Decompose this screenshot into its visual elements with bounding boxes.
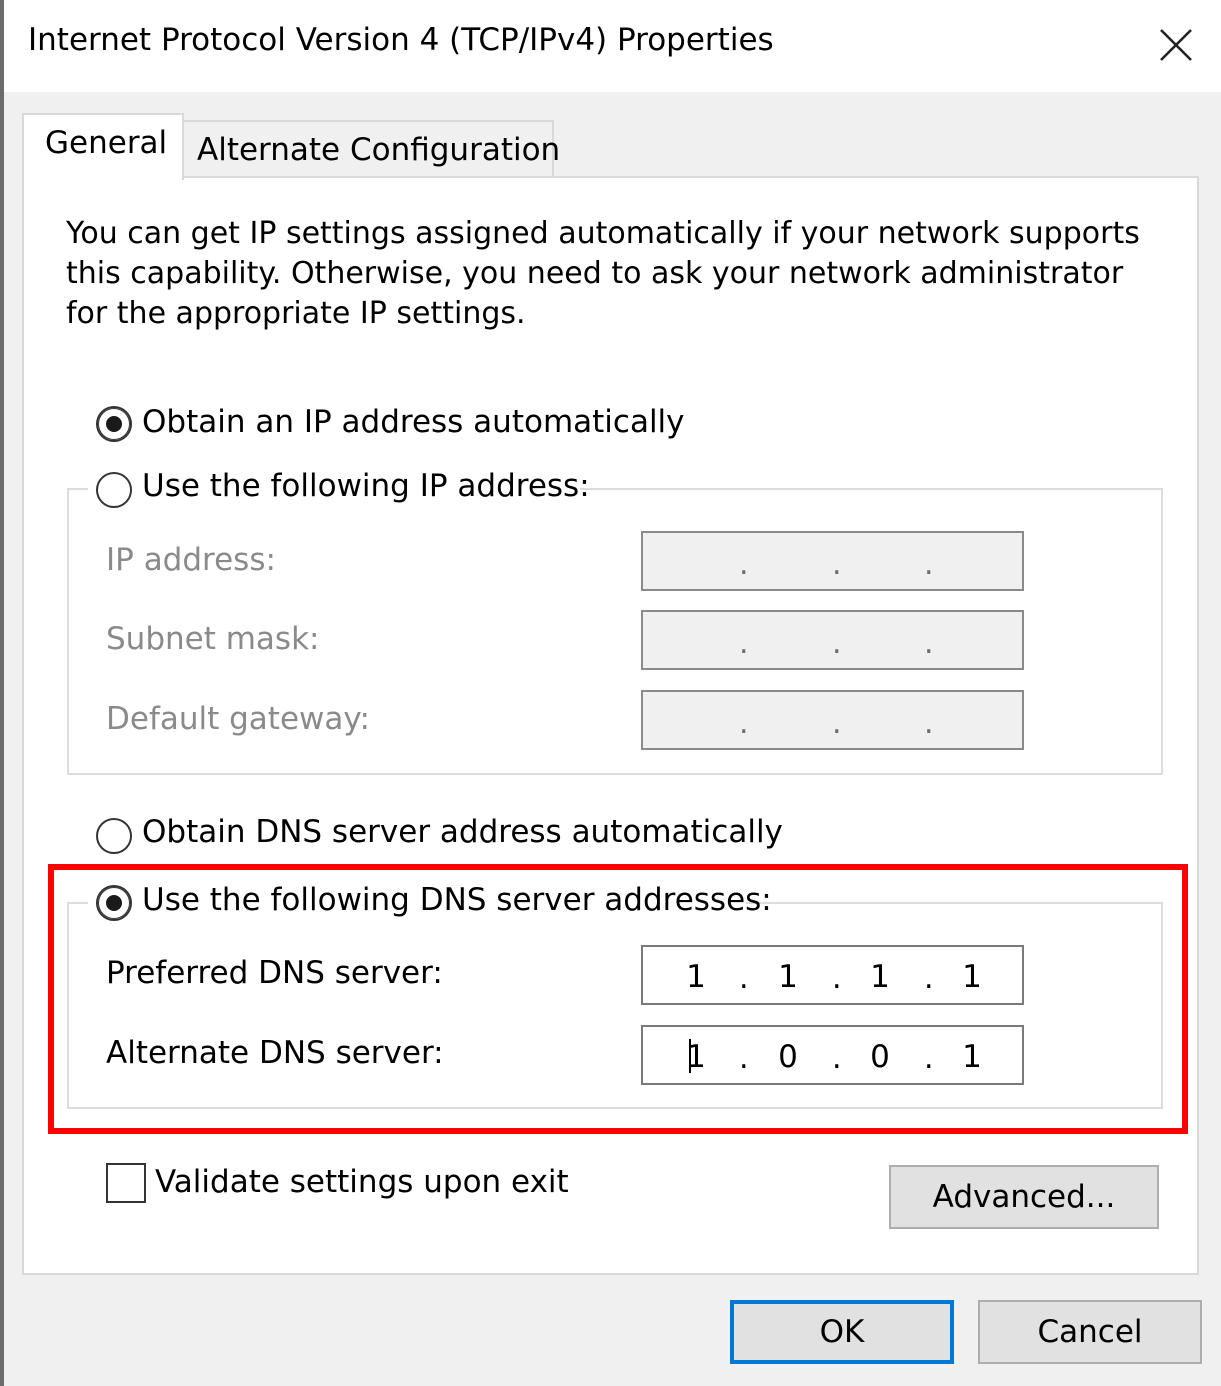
advanced-button[interactable]: Advanced... bbox=[889, 1165, 1159, 1229]
use-following-ip-radio[interactable] bbox=[96, 472, 132, 508]
tab-general[interactable]: General bbox=[22, 113, 184, 180]
subnet-mask-label: Subnet mask: bbox=[106, 621, 320, 657]
cancel-button[interactable]: Cancel bbox=[978, 1300, 1202, 1364]
tab-alternate-configuration[interactable]: Alternate Configuration bbox=[182, 120, 560, 180]
obtain-dns-auto-label[interactable]: Obtain DNS server address automatically bbox=[142, 814, 783, 850]
validate-checkbox-label[interactable]: Validate settings upon exit bbox=[155, 1164, 569, 1200]
use-following-ip-label[interactable]: Use the following IP address: bbox=[142, 468, 590, 504]
intro-text: You can get IP settings assigned automat… bbox=[66, 216, 1140, 331]
obtain-ip-auto-label[interactable]: Obtain an IP address automatically bbox=[142, 404, 685, 440]
ok-button[interactable]: OK bbox=[730, 1300, 954, 1364]
obtain-dns-auto-radio[interactable] bbox=[96, 818, 132, 854]
validate-checkbox[interactable] bbox=[106, 1163, 146, 1203]
highlight-box bbox=[48, 864, 1188, 1134]
close-button[interactable] bbox=[1138, 14, 1214, 76]
ip-address-label: IP address: bbox=[106, 542, 276, 578]
ip-address-field: ... bbox=[641, 531, 1024, 591]
subnet-mask-field: ... bbox=[641, 610, 1024, 670]
obtain-ip-auto-radio[interactable] bbox=[96, 406, 132, 442]
close-icon bbox=[1160, 29, 1192, 61]
default-gateway-field: ... bbox=[641, 690, 1024, 750]
window-title: Internet Protocol Version 4 (TCP/IPv4) P… bbox=[28, 22, 774, 58]
default-gateway-label: Default gateway: bbox=[106, 701, 370, 737]
